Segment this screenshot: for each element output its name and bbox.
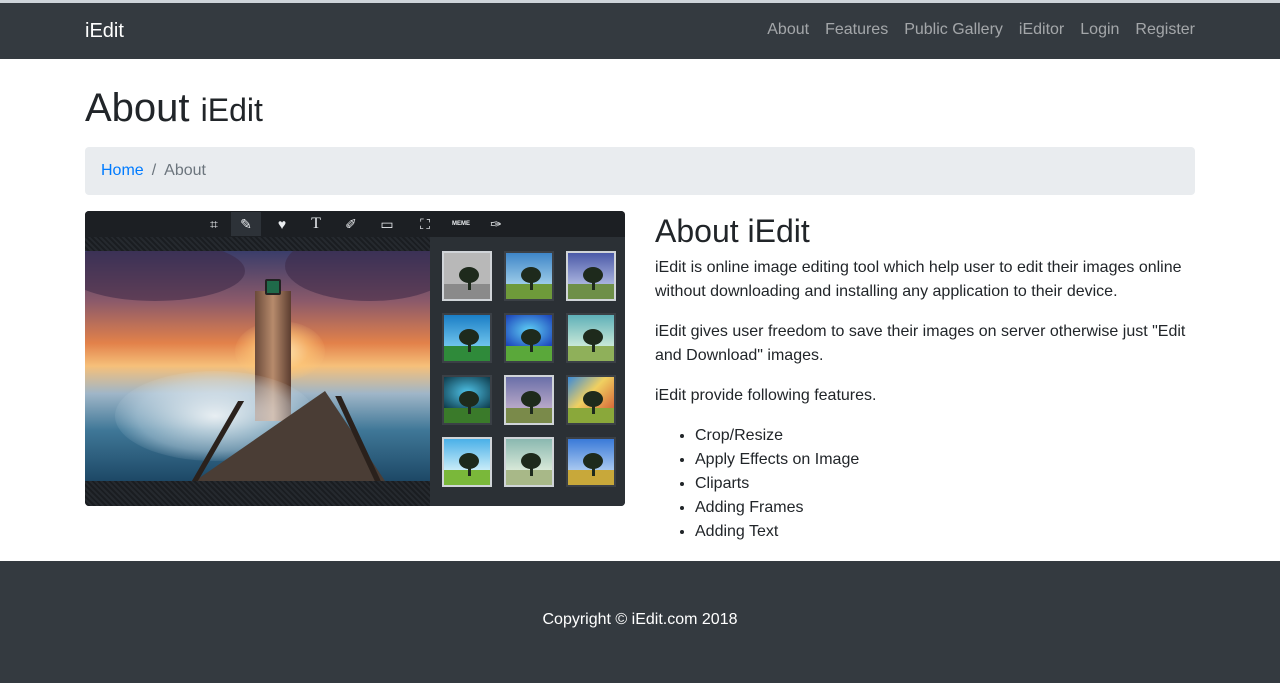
nav-link-ieditor[interactable]: iEditor [1019, 20, 1064, 40]
feature-item: Adding Frames [695, 496, 859, 520]
brand-logo[interactable]: iEdit [85, 19, 124, 43]
footer: Copyright © iEdit.com 2018 [0, 561, 1280, 683]
filter-thumbnails [430, 237, 625, 506]
copyright-text: Copyright © iEdit.com 2018 [542, 611, 738, 628]
filter-thumbnail [504, 251, 554, 301]
lighthouse-photo [85, 251, 430, 481]
feature-item: Adding Text [695, 520, 859, 544]
filter-thumbnail [504, 313, 554, 363]
nav-link-about[interactable]: About [767, 20, 809, 40]
nav-link-login[interactable]: Login [1080, 20, 1119, 40]
photo-icon: ⛶ [420, 216, 430, 232]
filter-thumbnail [442, 375, 492, 425]
about-paragraph-1: iEdit is online image editing tool which… [655, 259, 1182, 300]
filter-thumbnail [566, 313, 616, 363]
breadcrumb-home-link[interactable]: Home [101, 161, 144, 181]
feature-item: Crop/Resize [695, 424, 859, 448]
about-heading: About iEdit [655, 213, 810, 249]
filter-thumbnail [504, 437, 554, 487]
page-title-main: About [85, 86, 190, 130]
filter-thumbnail [442, 437, 492, 487]
magic-wand-icon: ✎ [231, 212, 261, 236]
filter-thumbnail [566, 375, 616, 425]
about-paragraph-2: iEdit gives user freedom to save their i… [655, 323, 1186, 364]
editor-toolbar: ⌗ ✎ ♥ T ✐ ▭ ⛶ MEME ✑ [85, 211, 625, 237]
editor-canvas [85, 237, 430, 506]
feature-item: Cliparts [695, 472, 859, 496]
page-title-subtitle: iEdit [200, 92, 263, 128]
about-paragraph-3: iEdit provide following features. [655, 387, 877, 404]
meme-icon: MEME [452, 221, 470, 227]
feature-item: Apply Effects on Image [695, 448, 859, 472]
page-title: About iEdit [85, 84, 263, 134]
crop-icon: ⌗ [210, 216, 218, 232]
features-list: Crop/Resize Apply Effects on Image Clipa… [695, 424, 859, 544]
filter-thumbnail [442, 251, 492, 301]
filter-thumbnail [504, 375, 554, 425]
navbar: iEdit About Features Public Gallery iEdi… [0, 3, 1280, 59]
frame-icon: ▭ [380, 216, 394, 232]
heart-icon: ♥ [277, 216, 287, 232]
nav-link-register[interactable]: Register [1135, 20, 1195, 40]
editor-preview-image: ⌗ ✎ ♥ T ✐ ▭ ⛶ MEME ✑ [85, 211, 625, 506]
breadcrumb-current: About [164, 162, 206, 179]
nav-link-features[interactable]: Features [825, 20, 888, 40]
nav-links: About Features Public Gallery iEditor Lo… [751, 20, 1195, 40]
nav-link-public-gallery[interactable]: Public Gallery [904, 20, 1003, 40]
breadcrumb: Home / About [85, 147, 1195, 195]
brush-icon: ✐ [345, 216, 357, 232]
filter-thumbnail [566, 437, 616, 487]
breadcrumb-separator: / [151, 162, 157, 179]
paint-brush-icon: ✑ [490, 216, 502, 232]
text-icon: T [311, 215, 321, 232]
filter-thumbnail [442, 313, 492, 363]
filter-thumbnail [566, 251, 616, 301]
